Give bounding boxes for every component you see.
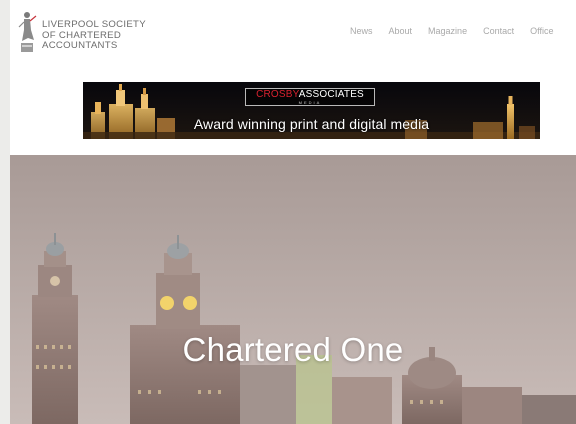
advert-brand-red: CROSBY — [256, 88, 299, 100]
nav-item-office[interactable]: Office — [530, 26, 553, 36]
page: LIVERPOOL SOCIETY OF CHARTERED ACCOUNTAN… — [10, 0, 576, 424]
logo-line-3: ACCOUNTANTS — [42, 40, 118, 51]
advert-banner[interactable]: CROSBYASSOCIATES MEDIA Award winning pri… — [83, 82, 540, 139]
waterfront-skyline-image — [10, 155, 576, 424]
site-logo[interactable]: LIVERPOOL SOCIETY OF CHARTERED ACCOUNTAN… — [16, 10, 146, 56]
nav-item-about[interactable]: About — [389, 26, 413, 36]
hero-title: Chartered One — [182, 331, 404, 368]
nav-item-contact[interactable]: Contact — [483, 26, 514, 36]
advert-brand: CROSBYASSOCIATES — [256, 88, 364, 100]
nav-item-news[interactable]: News — [350, 26, 373, 36]
figure-emblem-icon — [18, 12, 37, 52]
advert-logo: CROSBYASSOCIATES MEDIA — [245, 88, 375, 106]
main-nav: News About Magazine Contact Office — [350, 26, 569, 36]
site-header: LIVERPOOL SOCIETY OF CHARTERED ACCOUNTAN… — [10, 0, 576, 72]
advert-brand-white: ASSOCIATES — [298, 88, 364, 100]
logo-text: LIVERPOOL SOCIETY OF CHARTERED ACCOUNTAN… — [42, 10, 146, 52]
advert-tagline: Award winning print and digital media — [193, 116, 430, 132]
nav-item-magazine[interactable]: Magazine — [428, 26, 467, 36]
hero-section: Chartered One — [10, 155, 576, 424]
logo-line-1: LIVERPOOL SOCIETY — [42, 19, 146, 30]
advert-brand-sub: MEDIA — [298, 99, 322, 105]
